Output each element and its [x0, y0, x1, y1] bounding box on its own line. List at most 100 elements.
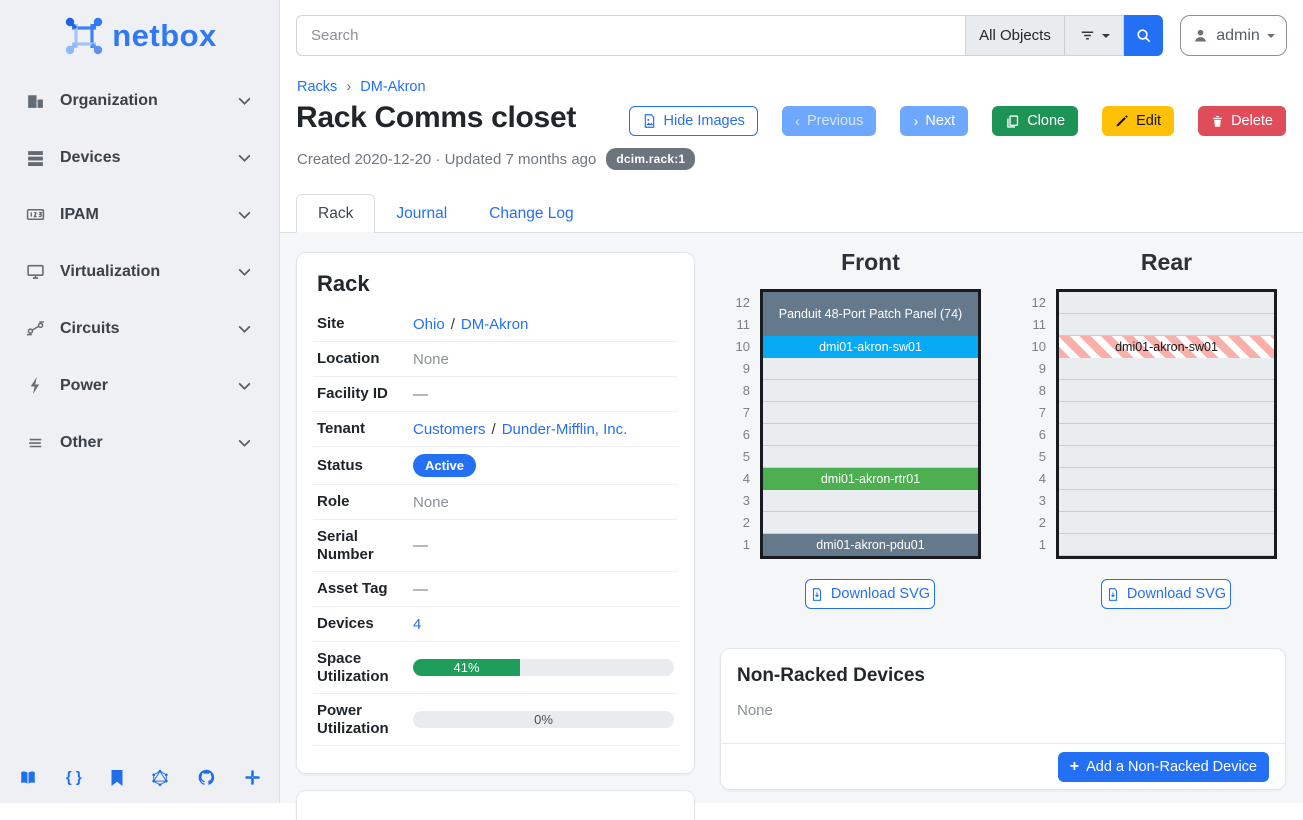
breadcrumb-separator-icon: ›	[346, 78, 351, 95]
unit-number-label: 6	[724, 424, 750, 446]
clone-label: Clone	[1027, 113, 1065, 129]
search-submit-button[interactable]	[1124, 15, 1163, 56]
tab-journal[interactable]: Journal	[375, 194, 468, 233]
rack-unit-slot[interactable]	[1059, 314, 1274, 336]
tab-change-log[interactable]: Change Log	[468, 194, 594, 233]
row-label: Devices	[317, 615, 413, 633]
unit-number-label: 12	[1020, 292, 1046, 314]
rack-unit-slot[interactable]	[763, 424, 978, 446]
rack-unit-slot[interactable]	[1059, 402, 1274, 424]
sidebar-item-virtualization[interactable]: Virtualization	[0, 243, 279, 300]
delete-button[interactable]: Delete	[1198, 106, 1286, 136]
add-non-racked-device-label: Add a Non-Racked Device	[1086, 759, 1257, 775]
github-icon[interactable]	[197, 768, 216, 787]
bookmark-icon[interactable]	[110, 769, 124, 787]
role-value: None	[413, 494, 674, 511]
rack-unit-slot[interactable]	[1059, 446, 1274, 468]
rear-download-svg-button[interactable]: Download SVG	[1101, 579, 1231, 609]
hide-images-button[interactable]: Hide Images	[629, 106, 758, 136]
unit-number-label: 2	[724, 512, 750, 534]
tenant-link[interactable]: Dunder-Mifflin, Inc.	[502, 421, 628, 438]
asset-tag-value: —	[413, 581, 674, 598]
user-menu-button[interactable]: admin	[1180, 15, 1287, 56]
page-header: All Objects admin Racks › DM-Akron Rack …	[280, 0, 1303, 233]
separator: /	[451, 316, 455, 333]
front-rack-elevation: Panduit 48-Port Patch Panel (74)dmi01-ak…	[760, 289, 981, 559]
sidebar-item-organization[interactable]: Organization	[0, 72, 279, 129]
graphql-icon[interactable]	[151, 769, 169, 787]
search-input[interactable]	[296, 15, 965, 56]
rack-unit-slot[interactable]	[1059, 490, 1274, 512]
add-non-racked-device-button[interactable]: + Add a Non-Racked Device	[1058, 752, 1269, 782]
unit-number-label: 4	[1020, 468, 1046, 490]
netbox-logo[interactable]: netbox	[0, 8, 279, 64]
rack-unit-slot[interactable]	[1059, 512, 1274, 534]
row-label: Asset Tag	[317, 580, 413, 598]
file-download-icon	[810, 587, 824, 602]
rack-device[interactable]: dmi01-akron-pdu01	[763, 534, 978, 556]
devices-count-link[interactable]: 4	[413, 616, 421, 633]
tenant-group-link[interactable]: Customers	[413, 421, 486, 438]
chevron-left-icon: ‹	[795, 114, 800, 129]
power-utilization-bar: 0%	[413, 711, 674, 728]
edit-button[interactable]: Edit	[1102, 106, 1174, 136]
sidebar-item-ipam[interactable]: IPAM	[0, 186, 279, 243]
front-elevation-title: Front	[760, 249, 981, 276]
sidebar-item-devices[interactable]: Devices	[0, 129, 279, 186]
rack-device[interactable]: dmi01-akron-sw01	[763, 336, 978, 358]
rack-unit-slot[interactable]	[1059, 468, 1274, 490]
sidebar-item-label: Other	[60, 434, 103, 452]
rack-unit-slot[interactable]	[1059, 534, 1274, 556]
rack-device[interactable]: dmi01-akron-sw01	[1059, 336, 1274, 358]
filter-icon	[1079, 27, 1096, 44]
previous-button[interactable]: ‹ Previous	[782, 106, 876, 136]
row-space-utilization: Space Utilization 41%	[313, 642, 678, 694]
download-svg-label: Download SVG	[831, 586, 930, 602]
breadcrumb-link-racks[interactable]: Racks	[297, 79, 337, 95]
rack-unit-slot[interactable]	[1059, 424, 1274, 446]
rack-device[interactable]: dmi01-akron-rtr01	[763, 468, 978, 490]
global-search: All Objects	[296, 15, 1163, 56]
rack-unit-slot[interactable]	[763, 512, 978, 534]
netbox-logo-text: netbox	[112, 18, 217, 54]
site-link[interactable]: DM-Akron	[461, 316, 529, 333]
rack-unit-slot[interactable]	[763, 402, 978, 424]
row-label: Space Utilization	[317, 650, 413, 686]
sidebar-item-label: Organization	[60, 92, 158, 110]
site-region-link[interactable]: Ohio	[413, 316, 445, 333]
tab-rack[interactable]: Rack	[296, 194, 375, 233]
unit-number-label: 7	[724, 402, 750, 424]
search-scope-button[interactable]: All Objects	[965, 15, 1064, 56]
search-filter-button[interactable]	[1064, 15, 1124, 56]
row-tenant: Tenant Customers / Dunder-Mifflin, Inc.	[313, 412, 678, 447]
rack-unit-slot[interactable]	[763, 490, 978, 512]
rack-unit-slot[interactable]	[763, 358, 978, 380]
rack-device[interactable]: Panduit 48-Port Patch Panel (74)	[763, 292, 978, 336]
rack-unit-slot[interactable]	[763, 380, 978, 402]
non-racked-devices-panel: Non-Racked Devices None + Add a Non-Rack…	[720, 648, 1286, 790]
unit-number-label: 10	[1020, 336, 1046, 358]
rack-unit-slot[interactable]	[1059, 358, 1274, 380]
next-label: Next	[925, 113, 955, 129]
sidebar-item-other[interactable]: Other	[0, 414, 279, 471]
sidebar-item-power[interactable]: Power	[0, 357, 279, 414]
breadcrumb-link-site[interactable]: DM-Akron	[360, 79, 425, 95]
unit-number-label: 7	[1020, 402, 1046, 424]
slack-icon[interactable]	[244, 769, 261, 786]
next-button[interactable]: › Next	[900, 106, 968, 136]
image-file-icon	[642, 113, 657, 129]
sidebar-footer: { }	[18, 768, 261, 787]
clone-button[interactable]: Clone	[992, 106, 1078, 136]
unit-number-label: 5	[724, 446, 750, 468]
rack-unit-slot[interactable]	[763, 446, 978, 468]
row-label: Role	[317, 493, 413, 511]
unit-number-label: 8	[1020, 380, 1046, 402]
row-power-utilization: Power Utilization 0%	[313, 694, 678, 746]
rest-api-braces-icon[interactable]: { }	[66, 769, 82, 786]
sidebar-item-circuits[interactable]: Circuits	[0, 300, 279, 357]
front-download-svg-button[interactable]: Download SVG	[805, 579, 935, 609]
rack-unit-slot[interactable]	[1059, 292, 1274, 314]
docs-book-icon[interactable]	[18, 769, 38, 787]
rack-unit-slot[interactable]	[1059, 380, 1274, 402]
rear-unit-labels: 121110987654321	[1020, 292, 1046, 556]
